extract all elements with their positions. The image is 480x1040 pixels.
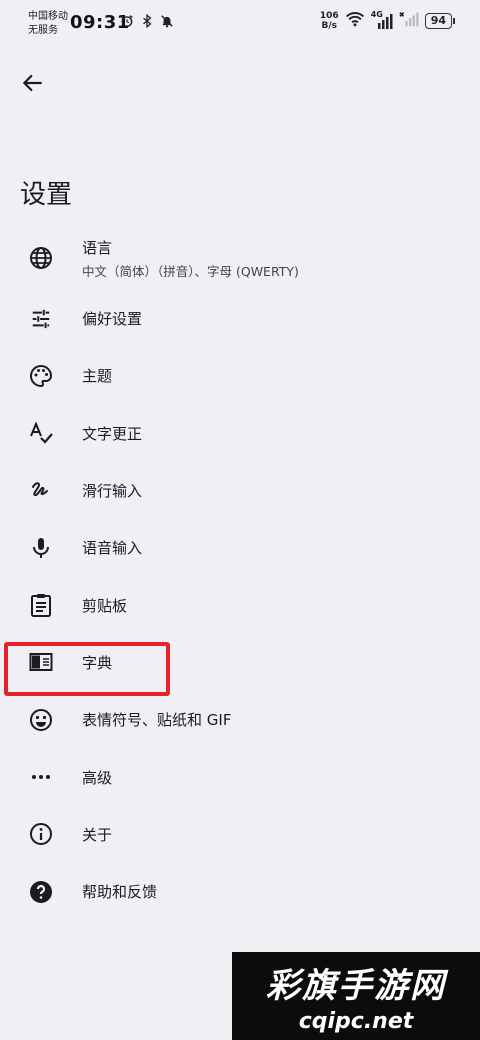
back-button[interactable] (20, 70, 46, 96)
gesture-icon (28, 478, 54, 504)
settings-item-subtitle: 中文（简体）（拼音）、字母 (QWERTY) (82, 263, 299, 279)
no-signal-icon (399, 11, 419, 31)
network-speed-value: 106 (319, 11, 339, 21)
settings-item-clipboard[interactable]: 剪贴板 (0, 576, 480, 633)
palette-icon (28, 363, 54, 389)
arrow-left-icon (22, 74, 42, 92)
emoji-icon (28, 707, 54, 733)
settings-item-label: 关于 (82, 825, 113, 844)
service-status: 无服务 (28, 25, 58, 36)
settings-item-language[interactable]: 语言 中文（简体）（拼音）、字母 (QWERTY) (0, 226, 480, 290)
settings-item-emoji[interactable]: 表情符号、贴纸和 GIF (0, 691, 480, 748)
settings-item-glide-typing[interactable]: 滑行输入 (0, 462, 480, 519)
settings-item-preferences[interactable]: 偏好设置 (0, 290, 480, 347)
watermark: 彩旗手游网 cqipc.net (232, 952, 480, 1040)
signal-icon: 4G (371, 10, 393, 29)
carrier-info: 中国移动 无服务 (28, 10, 68, 38)
settings-item-about[interactable]: 关于 (0, 806, 480, 863)
settings-item-label: 偏好设置 (82, 310, 143, 329)
watermark-domain: cqipc.net (298, 1009, 414, 1034)
wifi-icon (345, 11, 365, 31)
tune-icon (28, 306, 54, 332)
status-icons (120, 13, 174, 29)
settings-item-advanced[interactable]: 高级 (0, 748, 480, 805)
battery-indicator: 94 (424, 13, 456, 29)
mic-icon (28, 535, 54, 561)
settings-item-label: 语音输入 (82, 539, 143, 558)
bluetooth-icon (140, 13, 154, 29)
help-icon (28, 879, 54, 905)
network-speed: 106 B/s (320, 11, 339, 31)
settings-item-theme[interactable]: 主题 (0, 347, 480, 404)
settings-item-label: 剪贴板 (82, 596, 128, 615)
settings-item-label: 语言 (82, 238, 113, 257)
more-icon (28, 764, 54, 790)
settings-item-voice-input[interactable]: 语音输入 (0, 519, 480, 576)
settings-item-label: 滑行输入 (82, 482, 143, 501)
mute-bell-icon (160, 13, 174, 28)
status-bar: 中国移动 无服务 09:31 106 B/s 4G 94 (0, 0, 480, 44)
settings-item-text-correction[interactable]: 文字更正 (0, 405, 480, 462)
page-title: 设置 (20, 180, 73, 210)
globe-icon (28, 245, 54, 271)
settings-item-label: 帮助和反馈 (82, 883, 158, 902)
settings-item-label: 主题 (82, 367, 113, 386)
highlight-box (4, 642, 170, 696)
network-speed-unit: B/s (321, 21, 338, 31)
carrier-name: 中国移动 (28, 11, 68, 22)
alarm-icon (120, 13, 134, 27)
spellcheck-icon (28, 420, 54, 446)
status-right-icons: 106 B/s 4G 94 (320, 10, 456, 31)
watermark-title: 彩旗手游网 (266, 966, 446, 1006)
clipboard-icon (28, 592, 54, 618)
info-icon (28, 821, 54, 847)
settings-item-help[interactable]: 帮助和反馈 (0, 863, 480, 920)
settings-list: 语言 中文（简体）（拼音）、字母 (QWERTY) 偏好设置 主题 文字更正 滑… (0, 226, 480, 920)
settings-item-label: 文字更正 (82, 424, 143, 443)
settings-item-label: 表情符号、贴纸和 GIF (82, 711, 232, 730)
settings-item-label: 高级 (82, 768, 113, 787)
